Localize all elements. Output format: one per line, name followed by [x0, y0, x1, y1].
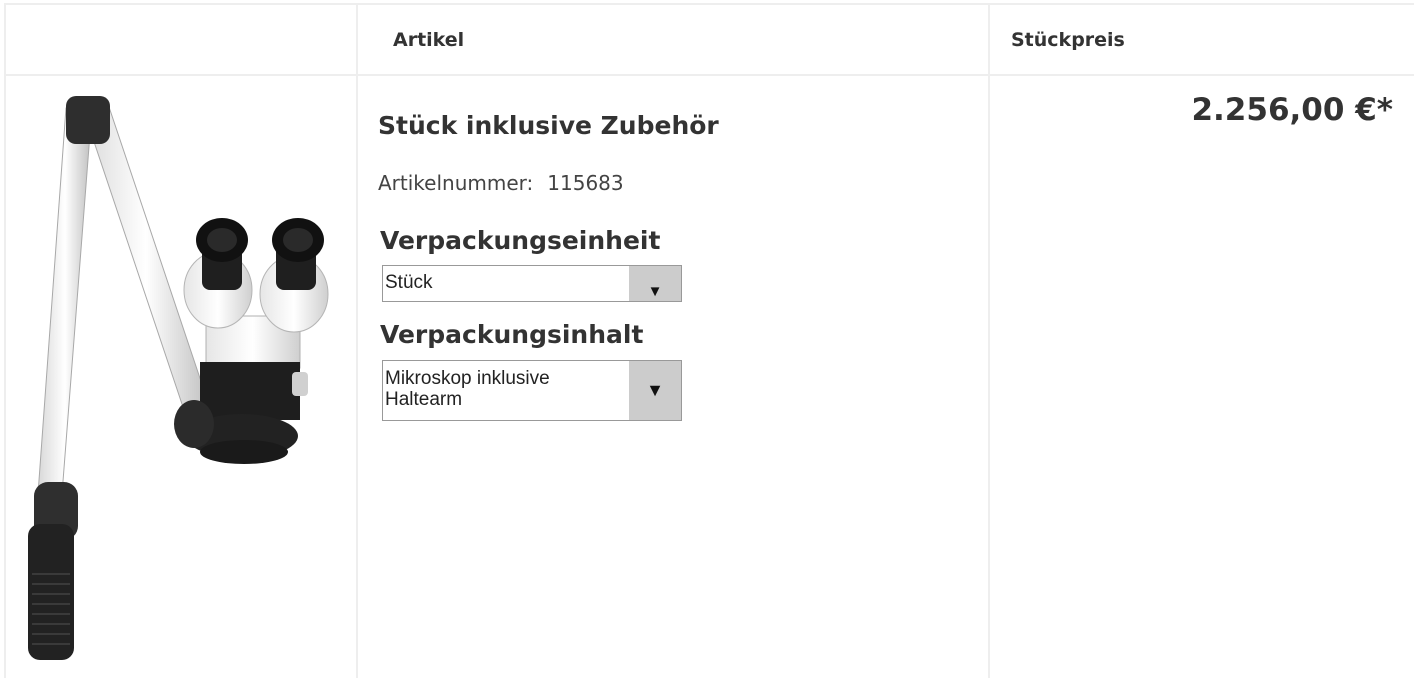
select-arrow-box: ▼ — [629, 266, 681, 301]
unit-price: 2.256,00 €* — [1191, 92, 1393, 128]
packaging-content-selected-line2: Haltearm — [385, 389, 463, 410]
article-number-row: Artikelnummer: 115683 — [378, 171, 624, 195]
packaging-content-select[interactable]: Mikroskop inklusive Haltearm ▼ — [382, 360, 682, 421]
select-arrow-box: ▼ — [629, 361, 681, 420]
header-unit-price: Stückpreis — [1011, 29, 1125, 51]
column-divider — [356, 3, 358, 678]
product-title[interactable]: Stück inklusive Zubehör — [378, 111, 719, 140]
packaging-content-label: Verpackungsinhalt — [380, 320, 644, 349]
article-number-value: 115683 — [547, 171, 624, 195]
column-divider — [988, 3, 990, 678]
product-image[interactable] — [22, 94, 340, 666]
header-article: Artikel — [393, 29, 465, 51]
packaging-content-selected-line1: Mikroskop inklusive — [385, 368, 550, 389]
header-divider — [4, 74, 1414, 76]
chevron-down-icon: ▼ — [646, 380, 664, 400]
article-number-label: Artikelnummer: — [378, 171, 534, 195]
packaging-unit-select[interactable]: Stück ▼ — [382, 265, 682, 302]
chevron-down-icon: ▼ — [647, 283, 663, 300]
packaging-unit-label: Verpackungseinheit — [380, 226, 661, 255]
packaging-unit-selected: Stück — [385, 272, 433, 293]
